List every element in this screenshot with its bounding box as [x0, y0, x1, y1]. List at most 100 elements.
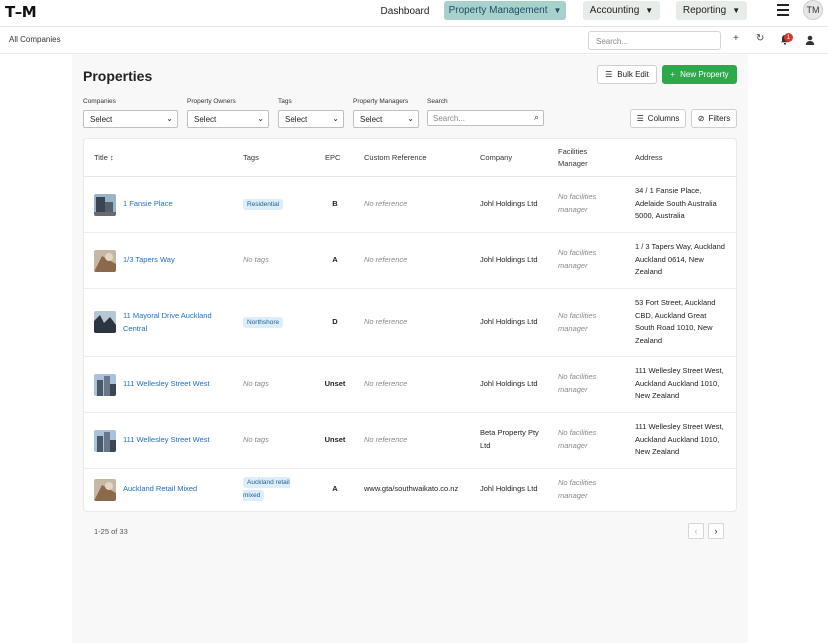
- company-name: Johl Holdings Ltd: [480, 484, 538, 493]
- property-thumbnail: [94, 194, 116, 216]
- epc-rating: B: [332, 199, 338, 208]
- managers-select[interactable]: Select ⌄: [353, 110, 419, 128]
- previous-page-button[interactable]: ‹: [688, 523, 704, 539]
- property-title-link[interactable]: 1 Fansie Place: [123, 198, 173, 211]
- new-property-label: New Property: [680, 70, 729, 79]
- property-title-link[interactable]: 111 Wellesley Street West: [123, 378, 210, 391]
- address: 1 / 3 Tapers Way, Auckland Auckland 0614…: [635, 242, 725, 276]
- nav-dashboard[interactable]: Dashboard: [377, 2, 433, 21]
- facilities-manager: No facilities manager: [558, 311, 597, 333]
- search-filter-label: Search: [427, 98, 448, 105]
- refresh-icon[interactable]: ↻: [756, 33, 764, 44]
- tags-select[interactable]: Select ⌄: [278, 110, 344, 128]
- column-header-title[interactable]: Title ↕: [94, 152, 114, 164]
- epc-rating: Unset: [324, 435, 346, 444]
- facilities-manager: No facilities manager: [558, 372, 597, 394]
- bulk-edit-label: Bulk Edit: [617, 70, 649, 79]
- facilities-manager: No facilities manager: [558, 192, 597, 214]
- property-thumbnail: [94, 479, 116, 501]
- column-header-company: Company: [480, 153, 513, 162]
- list-icon: ☰: [636, 114, 644, 123]
- company-scope-selector[interactable]: All Companies: [9, 35, 61, 44]
- nav-reporting[interactable]: Reporting ▼: [676, 1, 747, 20]
- property-title-link[interactable]: 111 Wellesley Street West: [123, 434, 210, 447]
- companies-filter-label: Companies: [83, 98, 116, 105]
- filters-button[interactable]: ⊘ Filters: [691, 109, 737, 128]
- no-tags-text: No tags: [243, 435, 269, 444]
- new-property-button[interactable]: + New Property: [662, 65, 737, 84]
- managers-select-value: Select: [360, 115, 383, 124]
- table-row[interactable]: 1/3 Tapers Way No tags A No reference Jo…: [83, 233, 737, 289]
- tag-badge: Northshore: [243, 317, 284, 328]
- table-row[interactable]: Auckland Retail Mixed Auckland retail mi…: [83, 469, 737, 511]
- user-icon[interactable]: [805, 35, 815, 48]
- columns-button[interactable]: ☰ Columns: [630, 109, 686, 128]
- table-row[interactable]: 11 Mayoral Drive Auckland Central Norths…: [83, 289, 737, 357]
- user-avatar[interactable]: TM: [803, 0, 823, 20]
- global-search-input[interactable]: Search...: [588, 31, 721, 50]
- table-row[interactable]: 111 Wellesley Street West No tags Unset …: [83, 357, 737, 413]
- column-header-custom-reference: Custom Reference: [364, 153, 427, 162]
- column-header-facilities-manager: Facilities Manager: [558, 147, 588, 168]
- plus-icon[interactable]: +: [733, 33, 739, 44]
- chevron-down-icon: ⌄: [407, 114, 414, 123]
- epc-rating: Unset: [324, 379, 346, 388]
- table-header: Title ↕ Tags EPC Custom Reference Compan…: [83, 138, 737, 177]
- nav-property-management-label: Property Management: [448, 5, 548, 16]
- notification-count-badge: 1: [784, 33, 793, 42]
- company-scope-bar: All Companies Search... + ↻ 1: [0, 27, 828, 54]
- property-search-input[interactable]: Search... ⌕: [427, 110, 544, 126]
- top-navbar: T–M Dashboard Property Management ▼ Accou…: [0, 0, 828, 27]
- nav-reporting-label: Reporting: [682, 5, 727, 16]
- chevron-down-icon: ⌄: [332, 114, 339, 123]
- column-header-epc: EPC: [325, 153, 341, 162]
- hamburger-menu-icon[interactable]: [777, 4, 789, 16]
- table-row[interactable]: 1 Fansie Place Residential B No referenc…: [83, 177, 737, 233]
- epc-rating: A: [332, 255, 338, 264]
- chevron-down-icon: ▼: [645, 6, 654, 15]
- managers-filter-label: Property Managers: [353, 98, 409, 105]
- custom-reference: No reference: [364, 199, 408, 208]
- sort-icon: ↕: [109, 153, 114, 162]
- list-icon: ☰: [605, 70, 613, 79]
- owners-select[interactable]: Select ⌄: [187, 110, 269, 128]
- chevron-down-icon: ⌄: [257, 114, 264, 123]
- no-tags-text: No tags: [243, 379, 269, 388]
- company-name: Johl Holdings Ltd: [480, 199, 538, 208]
- property-title-link[interactable]: 1/3 Tapers Way: [123, 254, 175, 267]
- company-name: Johl Holdings Ltd: [480, 255, 538, 264]
- table-row[interactable]: 111 Wellesley Street West No tags Unset …: [83, 413, 737, 469]
- filters-label: Filters: [708, 114, 731, 123]
- nav-accounting-label: Accounting: [589, 5, 640, 16]
- column-header-title-label: Title: [94, 153, 108, 162]
- epc-rating: A: [332, 484, 338, 493]
- bulk-edit-button[interactable]: ☰ Bulk Edit: [597, 65, 657, 84]
- address: 34 / 1 Fansie Place, Adelaide South Aust…: [635, 186, 717, 220]
- chevron-down-icon: ▼: [553, 6, 562, 15]
- custom-reference: No reference: [364, 379, 408, 388]
- property-title-link[interactable]: 11 Mayoral Drive Auckland Central: [123, 310, 223, 335]
- company-name: Johl Holdings Ltd: [480, 379, 538, 388]
- no-tags-text: No tags: [243, 255, 269, 264]
- column-header-tags: Tags: [243, 153, 259, 162]
- facilities-manager: No facilities manager: [558, 248, 597, 270]
- companies-select-value: Select: [90, 115, 113, 124]
- nav-dashboard-label: Dashboard: [380, 6, 430, 17]
- property-thumbnail: [94, 430, 116, 452]
- address: 111 Wellesley Street West, Auckland Auck…: [635, 422, 724, 456]
- property-thumbnail: [94, 374, 116, 396]
- company-name: Beta Property Pty Ltd: [480, 428, 539, 450]
- facilities-manager: No facilities manager: [558, 478, 597, 500]
- custom-reference: No reference: [364, 255, 408, 264]
- property-title-link[interactable]: Auckland Retail Mixed: [123, 483, 197, 496]
- next-page-button[interactable]: ›: [708, 523, 724, 539]
- owners-filter-label: Property Owners: [187, 98, 236, 105]
- nav-property-management[interactable]: Property Management ▼: [444, 1, 566, 20]
- property-search-placeholder: Search...: [433, 114, 466, 123]
- companies-select[interactable]: Select ⌄: [83, 110, 178, 128]
- nav-accounting[interactable]: Accounting ▼: [583, 1, 660, 20]
- columns-label: Columns: [647, 114, 680, 123]
- column-header-address: Address: [635, 153, 663, 162]
- app-logo[interactable]: T–M: [5, 3, 37, 21]
- search-icon: ⌕: [533, 112, 539, 122]
